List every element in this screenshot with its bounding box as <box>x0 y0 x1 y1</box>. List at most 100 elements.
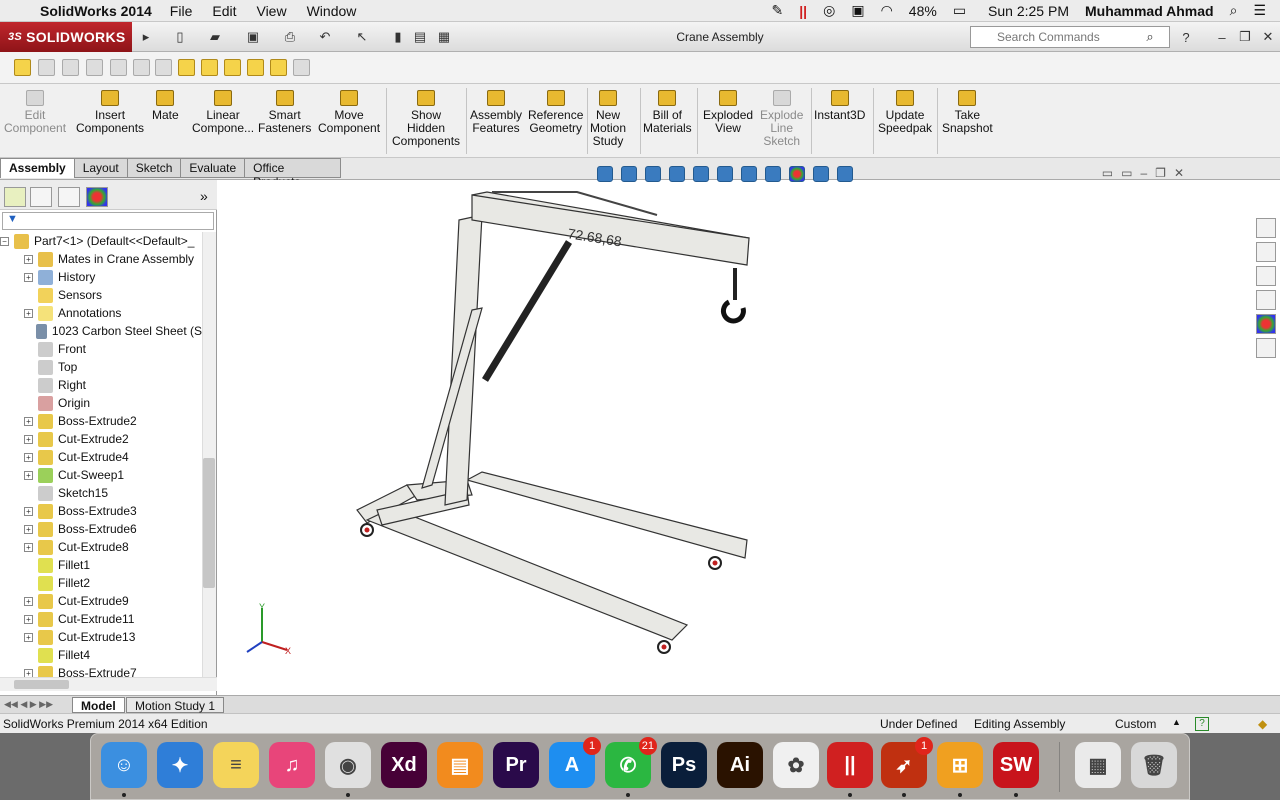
app-menu[interactable]: SolidWorks 2014 <box>40 3 152 19</box>
tree-item[interactable]: Sensors <box>0 286 202 304</box>
tree-item[interactable]: Sketch15 <box>0 484 202 502</box>
feature-tree-tab-icon[interactable] <box>4 187 26 207</box>
notes-icon[interactable]: ≡ <box>213 742 259 788</box>
expand-icon[interactable]: + <box>24 452 33 462</box>
tab-scroll-arrows-icon[interactable]: ◀◀ ◀ ▶ ▶▶ <box>4 699 53 710</box>
solidworks-icon[interactable]: SW <box>993 742 1039 797</box>
expand-icon[interactable]: + <box>24 308 33 318</box>
restore-icon[interactable]: ❐ <box>1235 27 1255 47</box>
tree-item[interactable]: + History <box>0 268 202 286</box>
tree-item[interactable]: + Boss-Extrude7 <box>0 664 202 677</box>
expand-arrow-icon[interactable]: ▸ <box>136 27 156 47</box>
tree-item[interactable]: + Cut-Sweep1 <box>0 466 202 484</box>
expand-icon[interactable]: + <box>24 524 33 534</box>
command-show-hidden[interactable]: Show Hidden Components <box>392 90 460 148</box>
appearances-icon[interactable] <box>1256 314 1276 334</box>
tab-layout[interactable]: Layout <box>73 158 128 178</box>
menu-view[interactable]: View <box>256 3 286 19</box>
expand-panel-icon[interactable]: » <box>200 188 208 204</box>
command-new-motion[interactable]: New Motion Study <box>590 90 626 148</box>
undo-icon[interactable]: ↶ <box>315 27 335 47</box>
circle-tool-icon[interactable] <box>224 59 241 76</box>
tile-vertical-icon[interactable]: ▭ <box>1121 166 1132 180</box>
tree-item[interactable]: + Cut-Extrude2 <box>0 430 202 448</box>
chrome-icon[interactable]: ◉ <box>325 742 371 797</box>
viewport-minimize-icon[interactable]: – <box>1140 166 1147 180</box>
adobe-xd-icon[interactable]: Xd <box>381 742 427 788</box>
sketch-tool-icon[interactable] <box>155 59 172 76</box>
command-assembly-features[interactable]: Assembly Features <box>470 90 522 135</box>
downloads-icon[interactable]: ▦ <box>1075 742 1121 788</box>
tree-item[interactable]: + Boss-Extrude6 <box>0 520 202 538</box>
tree-item[interactable]: + Boss-Extrude2 <box>0 412 202 430</box>
expand-icon[interactable]: + <box>24 614 33 624</box>
premiere-icon[interactable]: Pr <box>493 742 539 788</box>
new-document-icon[interactable]: ▯ <box>170 27 190 47</box>
parallels-icon[interactable]: || <box>827 742 873 797</box>
command-take-snapshot[interactable]: Take Snapshot <box>942 90 993 135</box>
sketch-tool-icon[interactable] <box>86 59 103 76</box>
tree-scroll-thumb[interactable] <box>203 458 215 588</box>
menu-file[interactable]: File <box>170 3 193 19</box>
file-explorer-icon[interactable] <box>1256 266 1276 286</box>
save-icon[interactable]: ▣ <box>243 27 263 47</box>
collapse-icon[interactable]: − <box>0 236 9 246</box>
graphics-viewport[interactable]: ▭ ▭ – ❐ ✕ 72.68,68 Y X <box>217 166 1280 695</box>
windows-icon[interactable]: ⊞ <box>937 742 983 797</box>
expand-icon[interactable]: + <box>24 272 33 282</box>
viewport-close-icon[interactable]: ✕ <box>1174 166 1184 180</box>
custom-properties-icon[interactable] <box>1256 338 1276 358</box>
command-edit-component[interactable]: Edit Component <box>4 90 66 135</box>
sketch-tool-icon[interactable] <box>38 59 55 76</box>
pen-icon[interactable]: ✎ <box>772 2 784 19</box>
property-manager-tab-icon[interactable] <box>30 187 52 207</box>
boom-side[interactable] <box>471 194 750 266</box>
expand-icon[interactable]: + <box>24 632 33 642</box>
expand-icon[interactable]: + <box>24 506 33 516</box>
expand-icon[interactable]: + <box>24 542 33 552</box>
tree-item[interactable]: Fillet4 <box>0 646 202 664</box>
parallels-icon[interactable]: || <box>799 3 807 19</box>
tab-motion-study-1[interactable]: Motion Study 1 <box>126 697 225 713</box>
tree-vertical-scrollbar[interactable] <box>202 232 216 677</box>
battery-icon[interactable]: ▭ <box>953 2 966 19</box>
trash-icon[interactable]: 🗑 <box>1131 742 1177 788</box>
base-right-beam[interactable] <box>465 471 748 559</box>
tab-office-products[interactable]: Office Products <box>244 158 341 189</box>
select-arrow-icon[interactable]: ↖ <box>352 27 372 47</box>
tab-evaluate[interactable]: Evaluate <box>180 158 246 178</box>
tree-item[interactable]: + Cut-Extrude8 <box>0 538 202 556</box>
sketch-fillet-icon[interactable] <box>270 59 287 76</box>
design-library-icon[interactable] <box>1256 242 1276 262</box>
view-palette-icon[interactable] <box>1256 290 1276 310</box>
tree-filter[interactable]: ▼ <box>2 212 214 230</box>
expand-icon[interactable]: + <box>24 470 33 480</box>
app-store-icon[interactable]: A1 <box>549 737 601 788</box>
photos-icon[interactable]: ✿ <box>773 742 819 788</box>
more-tools-icon[interactable] <box>293 59 310 76</box>
tree-horizontal-scrollbar[interactable] <box>0 677 217 691</box>
tree-item[interactable]: 1023 Carbon Steel Sheet (S <box>0 322 202 340</box>
sketch-tool-icon[interactable] <box>110 59 127 76</box>
command-linear-compone[interactable]: Linear Compone... <box>192 90 254 135</box>
command-insert-components[interactable]: Insert Components <box>76 90 144 135</box>
rocket-icon[interactable]: ➶ 1 <box>881 737 933 797</box>
command-mate[interactable]: Mate <box>152 90 179 122</box>
crane-assembly-model[interactable]: 72.68,68 Y X <box>217 180 1280 695</box>
tree-item[interactable]: Top <box>0 358 202 376</box>
clock[interactable]: Sun 2:25 PM <box>988 3 1069 19</box>
sketch-tool-icon[interactable] <box>62 59 79 76</box>
spotlight-icon[interactable]: ⌕ <box>1230 2 1238 19</box>
wifi-icon[interactable]: ◠ <box>881 2 893 19</box>
minimize-icon[interactable]: – <box>1212 27 1232 47</box>
rebuild-icon[interactable]: ▮ <box>388 27 408 47</box>
photoshop-icon[interactable]: Ps <box>661 742 707 788</box>
expand-icon[interactable]: + <box>24 416 33 426</box>
tree-item[interactable]: + Cut-Extrude4 <box>0 448 202 466</box>
open-folder-icon[interactable]: ▰ <box>205 27 225 47</box>
tree-item[interactable]: Origin <box>0 394 202 412</box>
display-manager-tab-icon[interactable] <box>86 187 108 207</box>
tree-item[interactable]: + Cut-Extrude9 <box>0 592 202 610</box>
command-bill-of-materials[interactable]: Bill of Materials <box>643 90 692 135</box>
viewport-restore-icon[interactable]: ❐ <box>1155 166 1166 180</box>
